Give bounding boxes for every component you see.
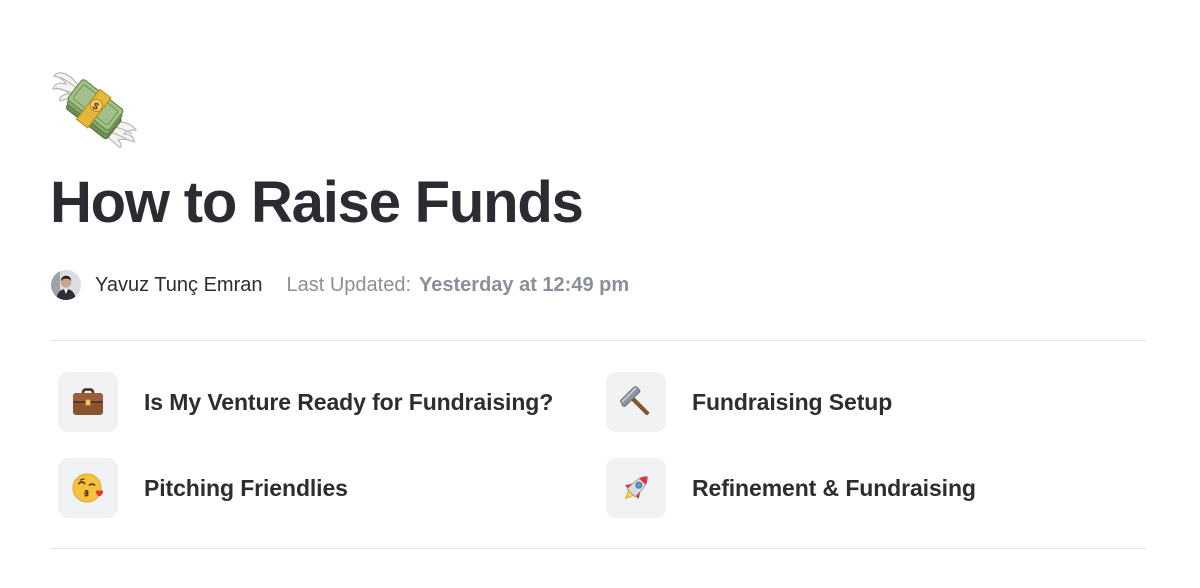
briefcase-icon [58, 372, 118, 432]
kissing-face-icon [58, 458, 118, 518]
divider [51, 548, 1147, 549]
divider [51, 340, 1147, 341]
money-with-wings-icon[interactable]: $ [50, 68, 138, 149]
page-meta: Yavuz Tunç Emran Last Updated: Yesterday… [51, 268, 629, 302]
subpage-link-label: Refinement & Fundraising [692, 474, 976, 501]
subpage-link-fundraising-setup[interactable]: Fundraising Setup [606, 372, 892, 432]
subpage-link-pitching-friendlies[interactable]: Pitching Friendlies [58, 458, 348, 518]
subpage-links: Is My Venture Ready for Fundraising? Fun… [58, 372, 1148, 518]
page-title: How to Raise Funds [50, 170, 584, 235]
avatar[interactable] [51, 270, 81, 300]
hammer-icon [606, 372, 666, 432]
last-updated-value: Yesterday at 12:49 pm [419, 273, 630, 296]
rocket-icon [606, 458, 666, 518]
author-name: Yavuz Tunç Emran [95, 273, 263, 296]
subpage-link-label: Pitching Friendlies [144, 474, 348, 501]
subpage-link-label: Fundraising Setup [692, 388, 893, 415]
subpage-link-refinement-fundraising[interactable]: Refinement & Fundraising [606, 458, 976, 518]
subpage-link-label: Is My Venture Ready for Fundraising? [144, 388, 554, 415]
subpage-link-venture-ready[interactable]: Is My Venture Ready for Fundraising? [58, 372, 553, 432]
last-updated-label: Last Updated: [286, 273, 412, 296]
